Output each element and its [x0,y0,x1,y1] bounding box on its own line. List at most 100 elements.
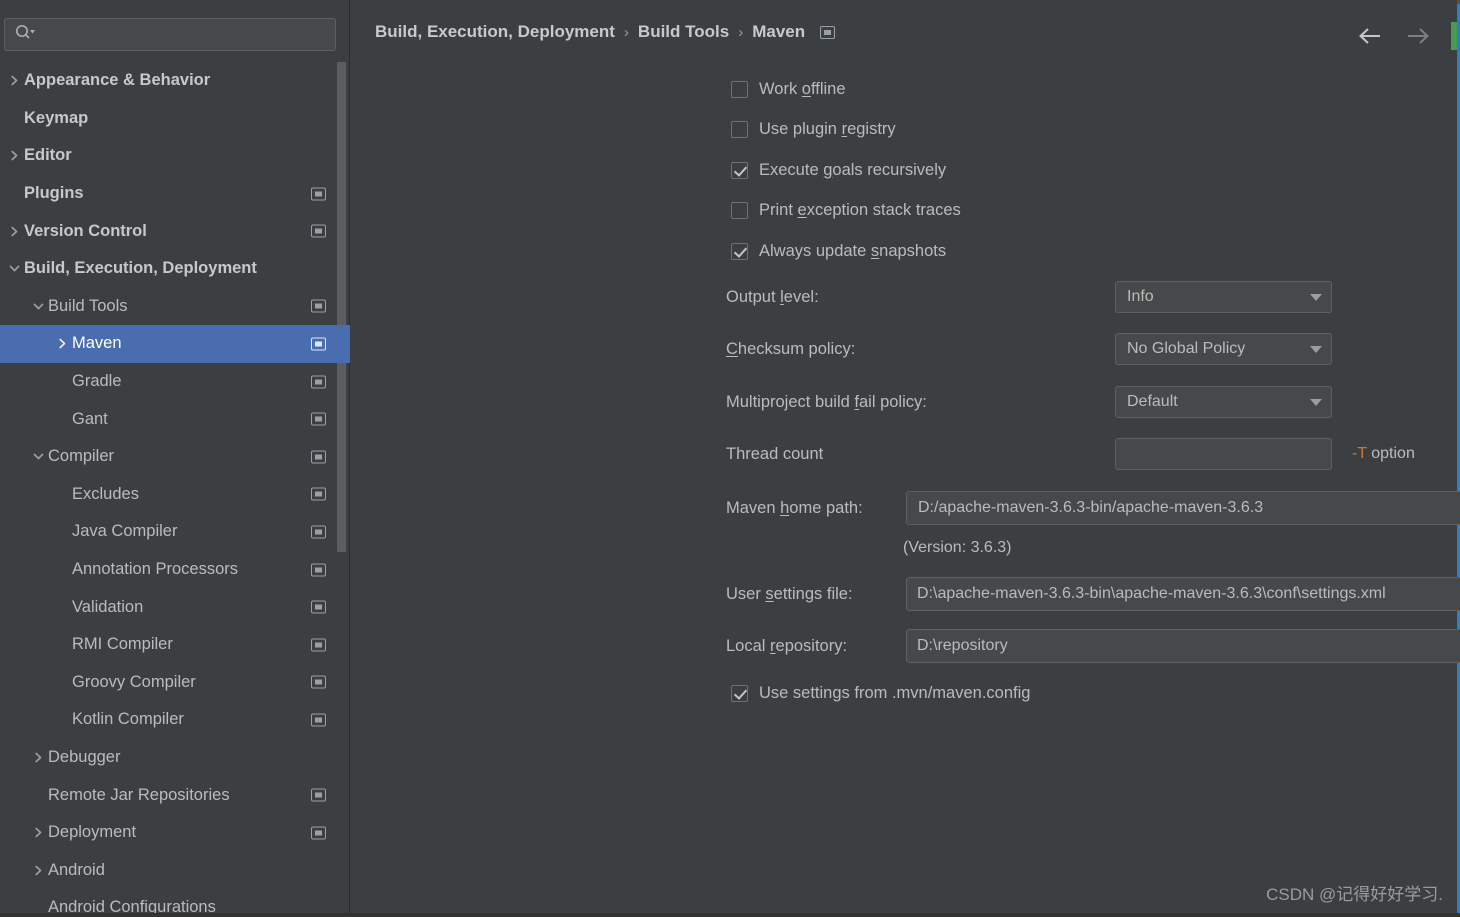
maven-home-combo[interactable]: D:/apache-maven-3.6.3-bin/apache-maven-3… [906,491,1460,525]
chevron-right-icon[interactable] [4,226,24,237]
output-level-value: Info [1127,288,1154,305]
sidebar-item-deployment[interactable]: Deployment [0,814,350,852]
checkbox[interactable] [731,162,748,179]
breadcrumb-item-1[interactable]: Build Tools [638,22,729,42]
chevron-right-icon[interactable] [4,150,24,161]
settings-dialog: Appearance & Behavior Keymap Editor Plugins… [0,0,1460,917]
output-level-label: Output level: [726,288,819,306]
user-settings-input[interactable]: D:\apache-maven-3.6.3-bin\apache-maven-3… [906,577,1460,611]
chevron-right-icon[interactable] [28,865,48,876]
search-input[interactable] [36,26,335,43]
sidebar-item-label: Deployment [48,823,137,842]
chevron-down-icon[interactable] [28,301,48,312]
sidebar-item-groovy-compiler[interactable]: Groovy Compiler [0,664,350,702]
mvn-config-checkbox[interactable] [731,685,748,702]
thread-count-label: Thread count [726,445,824,463]
sidebar-item-build-tools[interactable]: Build Tools [0,288,350,326]
output-level-dropdown[interactable]: Info [1115,281,1332,313]
navigation-buttons [1355,22,1433,50]
chevron-right-icon[interactable] [28,827,48,838]
breadcrumb-separator: › [738,23,744,41]
sidebar-item-label: Maven [72,334,122,353]
sidebar-item-label: Build Tools [48,296,128,315]
sidebar-item-keymap[interactable]: Keymap [0,100,350,138]
project-config-icon [311,675,326,689]
project-config-icon [311,187,326,201]
sidebar-item-editor[interactable]: Editor [0,137,350,175]
chevron-down-icon [1301,345,1331,353]
sidebar-item-debugger[interactable]: Debugger [0,739,350,777]
chevron-right-icon[interactable] [4,75,24,86]
arrow-right-icon [1408,28,1429,44]
user-settings-value: D:\apache-maven-3.6.3-bin\apache-maven-3… [917,585,1386,602]
chevron-down-icon [1301,293,1331,301]
checkbox-row-1[interactable]: Use plugin registry [731,120,896,139]
sidebar-item-label: Plugins [24,184,84,203]
sidebar-item-compiler[interactable]: Compiler [0,438,350,476]
checkbox-label: Print exception stack traces [759,201,961,219]
chevron-right-icon[interactable] [52,338,72,349]
sidebar-item-annotation-processors[interactable]: Annotation Processors [0,551,350,589]
mvn-config-checkbox-row[interactable]: Use settings from .mvn/maven.config [731,684,1030,703]
sidebar-item-excludes[interactable]: Excludes [0,476,350,514]
thread-count-input[interactable] [1115,438,1332,470]
arrow-left-icon [1359,28,1380,44]
sidebar-item-label: Editor [24,146,72,165]
multiproject-policy-dropdown[interactable]: Default [1115,386,1332,418]
chevron-right-icon[interactable] [28,752,48,763]
project-config-icon [311,487,326,501]
sidebar-item-gradle[interactable]: Gradle [0,363,350,401]
checkbox[interactable] [731,243,748,260]
local-repository-input[interactable]: D:\repository [906,629,1460,663]
project-config-icon [311,450,326,464]
checkbox-row-4[interactable]: Always update snapshots [731,242,946,261]
sidebar-item-remote-jar-repositories[interactable]: Remote Jar Repositories [0,776,350,814]
sidebar-item-label: RMI Compiler [72,635,173,654]
sidebar-item-version-control[interactable]: Version Control [0,212,350,250]
sidebar-item-label: Validation [72,597,144,616]
maven-home-value: D:/apache-maven-3.6.3-bin/apache-maven-3… [918,499,1264,516]
chevron-down-icon[interactable] [4,263,24,274]
chevron-down-icon[interactable] [28,451,48,462]
checkbox-label: Work offline [759,80,846,98]
user-settings-label: User settings file: [726,585,853,603]
checksum-policy-dropdown[interactable]: No Global Policy [1115,333,1332,365]
sidebar-item-label: Appearance & Behavior [24,71,211,90]
sidebar-item-label: Java Compiler [72,522,178,541]
breadcrumb: Build, Execution, Deployment › Build Too… [375,22,836,42]
project-config-icon [311,299,326,313]
checkbox[interactable] [731,81,748,98]
project-config-icon [311,638,326,652]
sidebar-item-label: Excludes [72,484,139,503]
checkbox-row-3[interactable]: Print exception stack traces [731,201,961,220]
project-config-icon [311,337,326,351]
checkbox[interactable] [731,202,748,219]
sidebar-item-appearance-behavior[interactable]: Appearance & Behavior [0,62,350,100]
checkbox[interactable] [731,121,748,138]
editor-status-chip [1451,22,1457,50]
checkbox-row-2[interactable]: Execute goals recursively [731,161,946,180]
forward-button[interactable] [1403,22,1433,50]
sidebar-item-validation[interactable]: Validation [0,588,350,626]
back-button[interactable] [1355,22,1385,50]
checkbox-label: Execute goals recursively [759,161,947,179]
sidebar-item-kotlin-compiler[interactable]: Kotlin Compiler [0,701,350,739]
sidebar-item-maven[interactable]: Maven [0,325,350,363]
sidebar-item-gant[interactable]: Gant [0,400,350,438]
sidebar-item-label: Kotlin Compiler [72,710,184,729]
sidebar-item-android[interactable]: Android [0,851,350,889]
sidebar-item-rmi-compiler[interactable]: RMI Compiler [0,626,350,664]
sidebar-item-label: Annotation Processors [72,560,239,579]
search-box[interactable] [4,18,336,51]
sidebar-item-java-compiler[interactable]: Java Compiler [0,513,350,551]
sidebar-item-label: Gant [72,409,108,428]
sidebar-item-label: Build, Execution, Deployment [24,259,257,278]
checkbox-row-0[interactable]: Work offline [731,80,846,99]
sidebar-item-build-execution-deployment[interactable]: Build, Execution, Deployment [0,250,350,288]
sidebar-item-plugins[interactable]: Plugins [0,175,350,213]
sidebar-item-label: Version Control [24,221,147,240]
breadcrumb-item-0[interactable]: Build, Execution, Deployment [375,22,615,42]
maven-home-label: Maven home path: [726,499,863,517]
breadcrumb-item-2[interactable]: Maven [752,22,805,42]
multiproject-policy-label: Multiproject build fail policy: [726,393,927,411]
